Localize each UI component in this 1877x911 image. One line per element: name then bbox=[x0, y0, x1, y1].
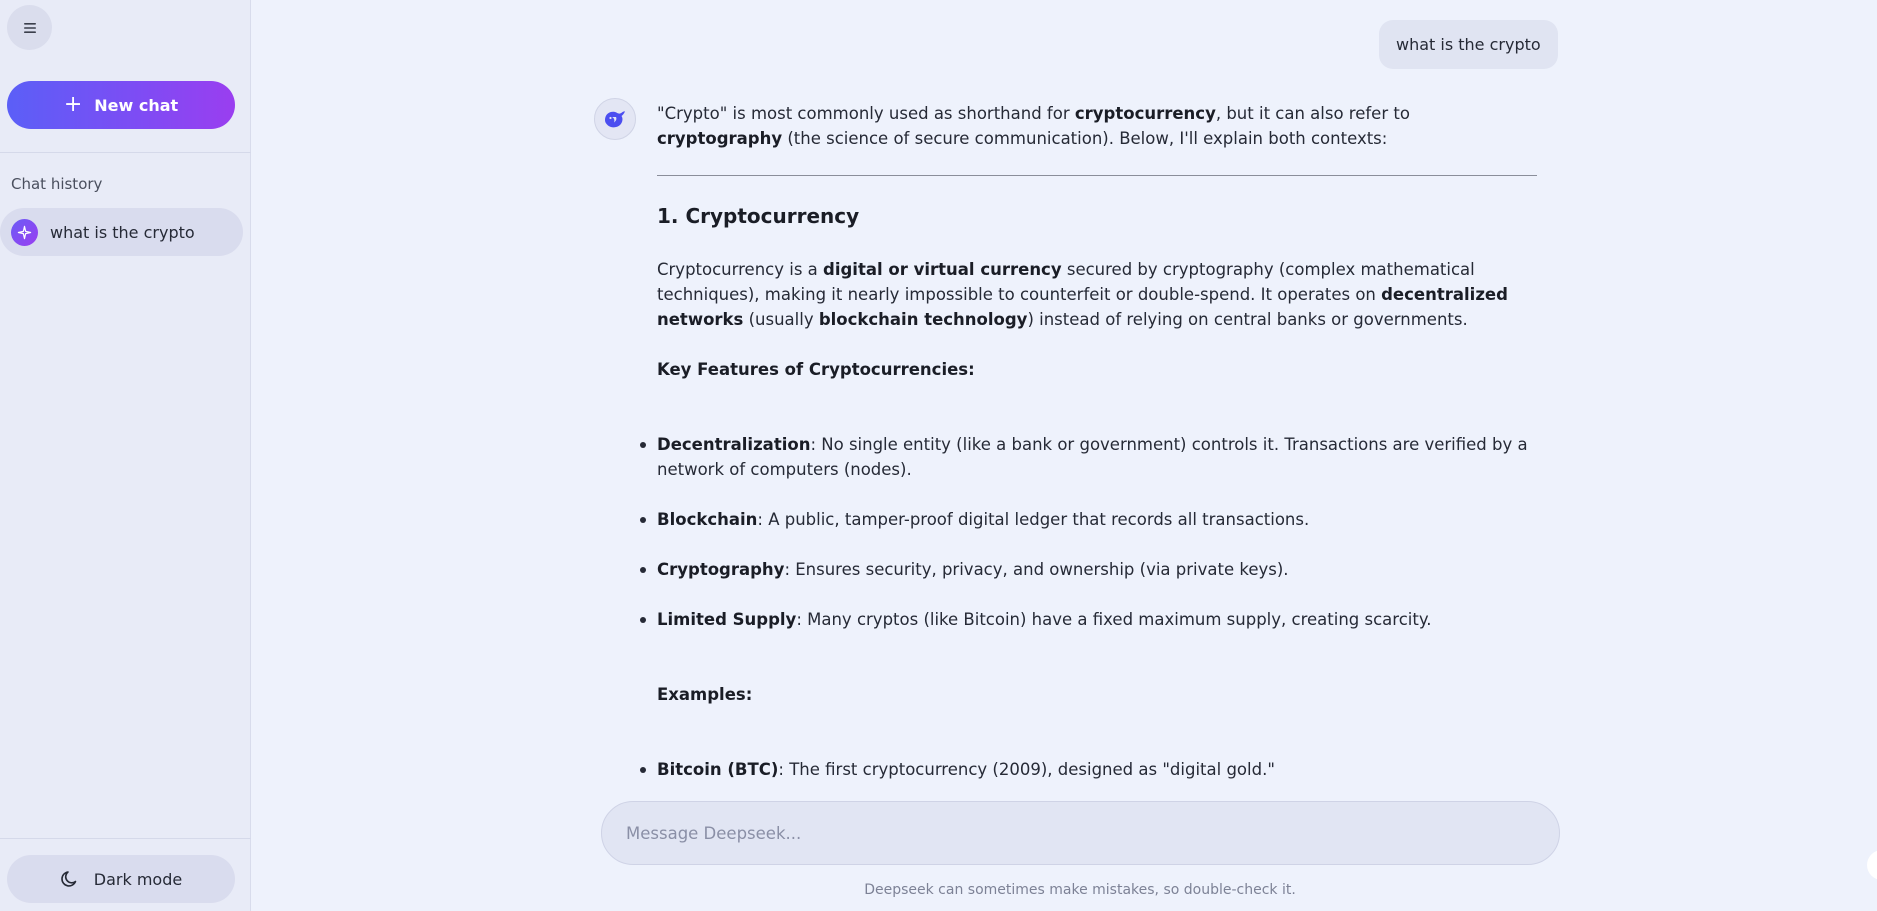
hamburger-menu-icon bbox=[23, 22, 36, 33]
answer-intro: "Crypto" is most commonly used as shorth… bbox=[657, 101, 1539, 151]
message-composer[interactable] bbox=[601, 801, 1560, 865]
answer-bold: cryptocurrency bbox=[1074, 104, 1216, 123]
answer-text: (the science of secure communication). B… bbox=[782, 129, 1388, 148]
answer-bold: Examples: bbox=[657, 685, 753, 704]
sidebar: + New chat Chat history what is the cryp… bbox=[0, 0, 251, 911]
history-item[interactable]: what is the crypto bbox=[0, 208, 243, 256]
answer-text: , but it can also refer to bbox=[1215, 104, 1410, 123]
answer-text: "Crypto" is most commonly used as shorth… bbox=[657, 104, 1075, 123]
chat-history-title: Chat history bbox=[11, 175, 103, 193]
list-item-term: Limited Supply bbox=[657, 610, 797, 629]
disclaimer-text: Deepseek can sometimes make mistakes, so… bbox=[864, 882, 1296, 898]
answer-text: (usually bbox=[743, 310, 819, 329]
new-chat-button[interactable]: + New chat bbox=[7, 81, 235, 129]
section-heading: 1. Cryptocurrency bbox=[657, 204, 860, 228]
sparkle-icon bbox=[11, 218, 38, 246]
sidebar-bottom-divider bbox=[0, 838, 251, 839]
answer-bold: blockchain technology bbox=[818, 310, 1028, 329]
whale-logo-icon bbox=[605, 111, 625, 128]
answer-bold: digital or virtual currency bbox=[823, 260, 1062, 279]
list-item: Bitcoin (BTC): The first cryptocurrency … bbox=[640, 757, 1539, 782]
list-item: Limited Supply: Many cryptos (like Bitco… bbox=[640, 607, 1539, 632]
list-item-text: : Many cryptos (like Bitcoin) have a fix… bbox=[796, 610, 1432, 629]
history-item-label: what is the crypto bbox=[50, 222, 195, 242]
assistant-avatar bbox=[594, 98, 636, 140]
menu-toggle-button[interactable] bbox=[7, 5, 52, 50]
message-input[interactable] bbox=[626, 823, 1526, 843]
examples-heading: Examples: bbox=[657, 682, 1539, 707]
answer-text: Cryptocurrency is a bbox=[657, 260, 824, 279]
list-item-text: : A public, tamper-proof digital ledger … bbox=[757, 510, 1310, 529]
answer-bold: cryptography bbox=[657, 129, 783, 148]
answer-divider bbox=[657, 175, 1537, 176]
user-message-text: what is the crypto bbox=[1396, 35, 1541, 54]
list-item-term: Cryptography bbox=[657, 560, 785, 579]
features-heading: Key Features of Cryptocurrencies: bbox=[657, 357, 1539, 382]
list-item-term: Bitcoin (BTC) bbox=[657, 760, 779, 779]
answer-paragraph: Cryptocurrency is a digital or virtual c… bbox=[657, 257, 1539, 332]
scroll-to-bottom-button[interactable] bbox=[1867, 850, 1877, 880]
list-item: Blockchain: A public, tamper-proof digit… bbox=[640, 507, 1539, 532]
list-item-text: : Ensures security, privacy, and ownersh… bbox=[784, 560, 1289, 579]
answer-text: ) instead of relying on central banks or… bbox=[1027, 310, 1468, 329]
list-item-text: : The first cryptocurrency (2009), desig… bbox=[778, 760, 1275, 779]
list-item-term: Blockchain bbox=[657, 510, 758, 529]
answer-bold: Key Features of Cryptocurrencies: bbox=[657, 360, 975, 379]
plus-icon: + bbox=[63, 92, 83, 117]
sidebar-divider bbox=[0, 152, 251, 153]
list-item: Decentralization: No single entity (like… bbox=[640, 432, 1539, 482]
user-message-bubble: what is the crypto bbox=[1379, 20, 1558, 69]
list-item-term: Decentralization bbox=[657, 435, 811, 454]
list-item: Cryptography: Ensures security, privacy,… bbox=[640, 557, 1539, 582]
new-chat-label: New chat bbox=[94, 95, 179, 115]
